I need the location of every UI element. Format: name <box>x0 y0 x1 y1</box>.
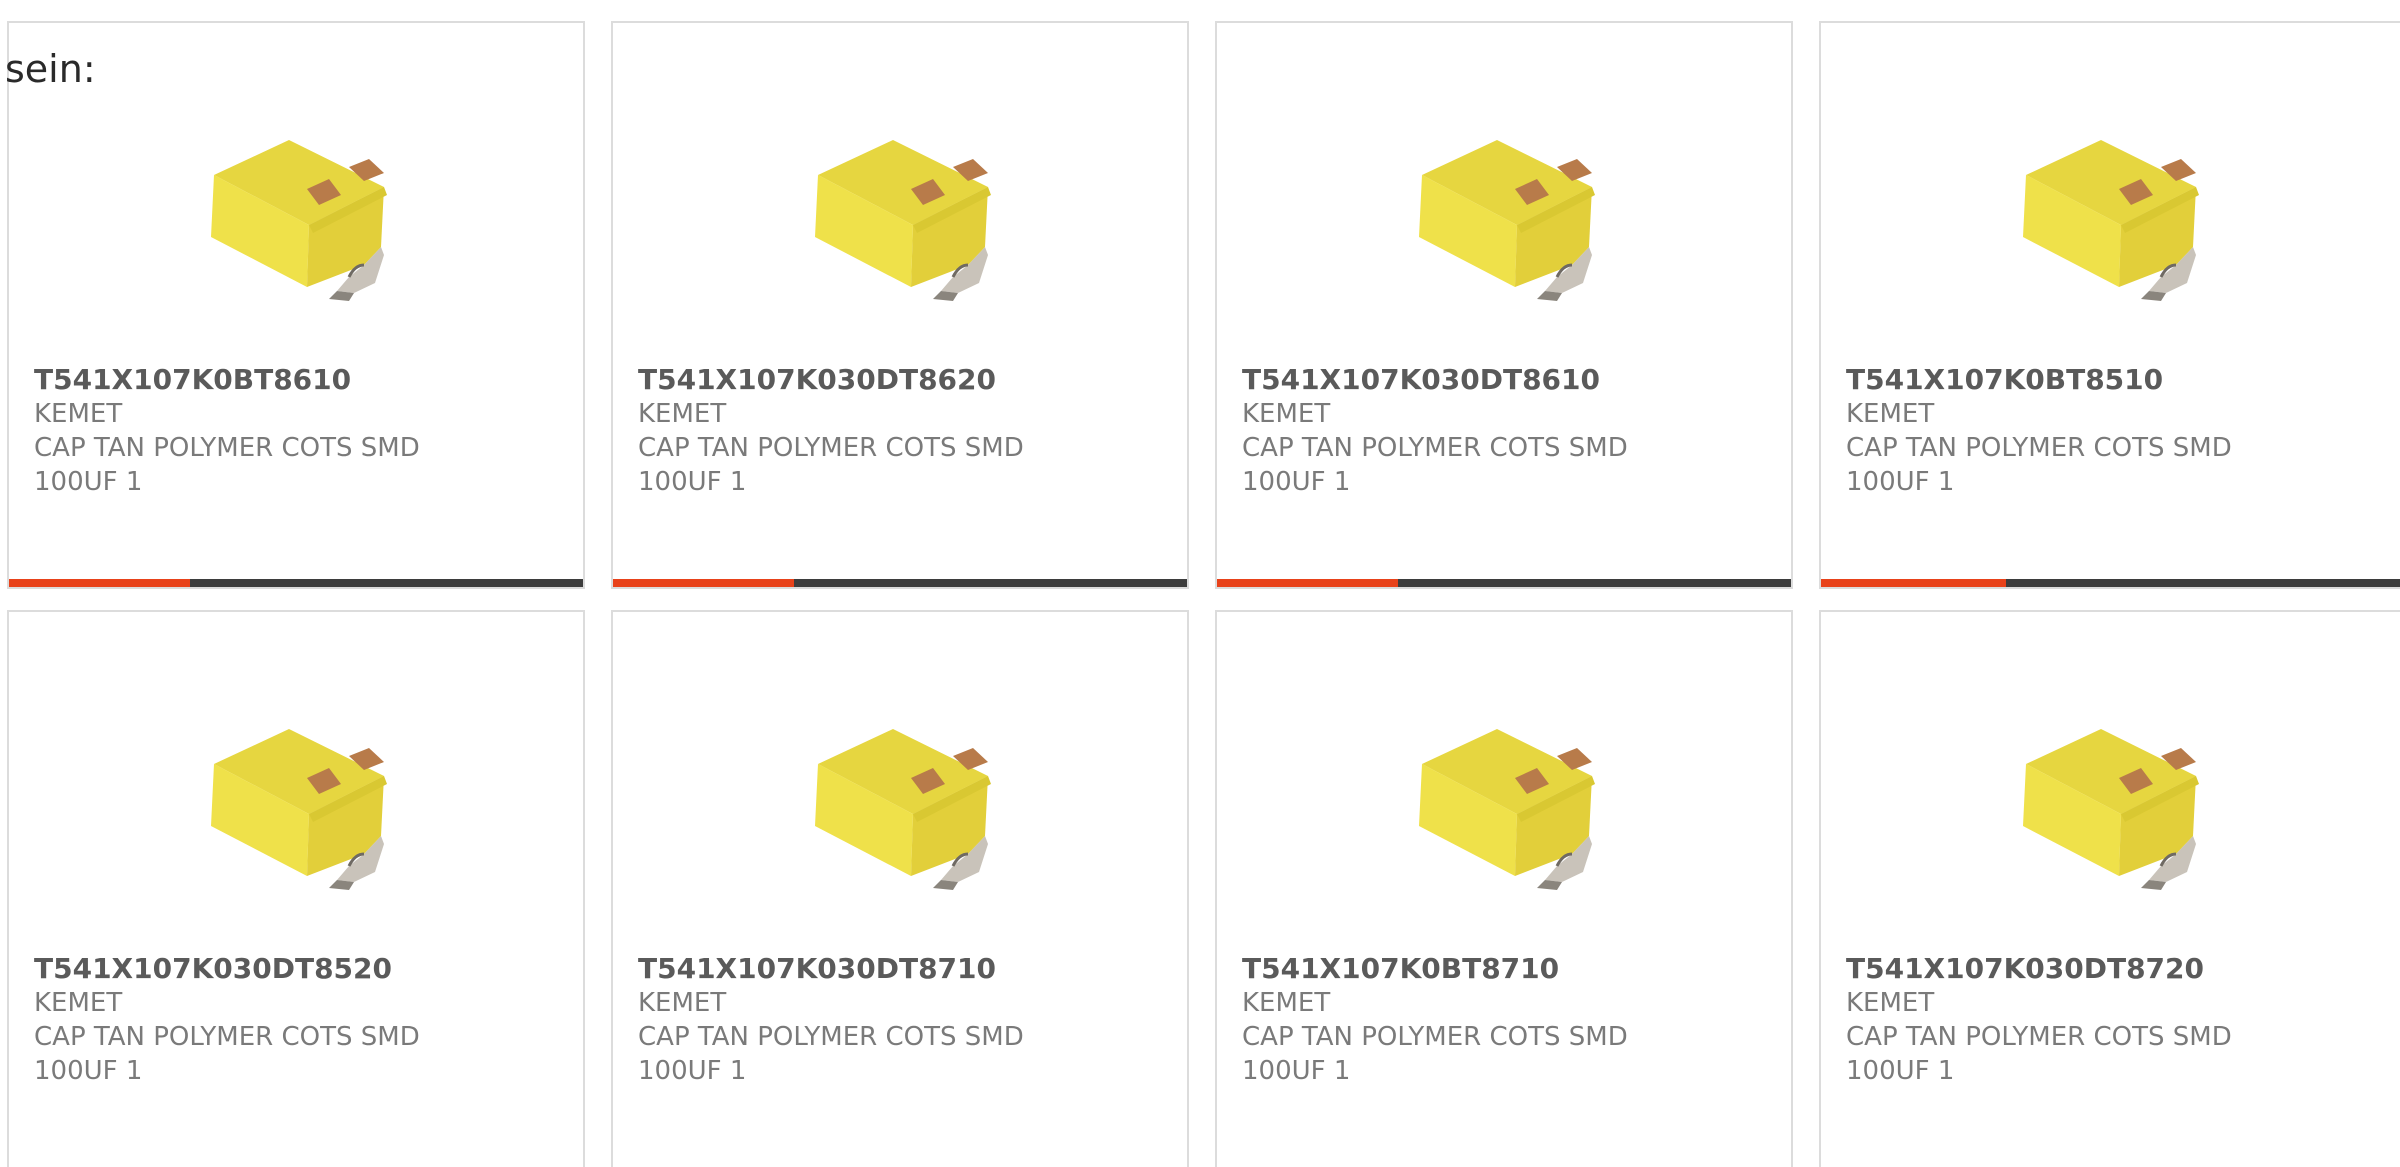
page: sein: T541X107K0BT8610 KEMET CAP TAN POL… <box>0 0 2400 1167</box>
tantalum-capacitor-icon <box>2021 727 2201 892</box>
description-value: 100UF 1 <box>34 1056 143 1086</box>
part-number[interactable]: T541X107K030DT8610 <box>1242 363 1771 397</box>
description-value: 100UF 1 <box>638 467 747 497</box>
product-card[interactable]: T541X107K0BT8610 KEMET CAP TAN POLYMER C… <box>7 21 585 589</box>
manufacturer: KEMET <box>638 399 727 429</box>
part-number[interactable]: T541X107K030DT8620 <box>638 363 1167 397</box>
product-card[interactable]: T541X107K030DT8620 KEMET CAP TAN POLYMER… <box>611 21 1189 589</box>
manufacturer: KEMET <box>1242 399 1331 429</box>
part-number[interactable]: T541X107K0BT8710 <box>1242 952 1771 986</box>
product-card[interactable]: T541X107K0BT8510 KEMET CAP TAN POLYMER C… <box>1819 21 2400 589</box>
product-info: T541X107K030DT8610 KEMET CAP TAN POLYMER… <box>1242 363 1771 499</box>
manufacturer: KEMET <box>638 988 727 1018</box>
manufacturer: KEMET <box>1846 399 1935 429</box>
description: CAP TAN POLYMER COTS SMD <box>638 433 1024 463</box>
tantalum-capacitor-icon <box>813 138 993 303</box>
card-progress-bar <box>1217 579 1791 587</box>
description-value: 100UF 1 <box>1242 467 1351 497</box>
product-card[interactable]: T541X107K030DT8710 KEMET CAP TAN POLYMER… <box>611 610 1189 1167</box>
description-value: 100UF 1 <box>1846 467 1955 497</box>
card-progress-fill <box>613 579 794 587</box>
product-info: T541X107K030DT8620 KEMET CAP TAN POLYMER… <box>638 363 1167 499</box>
description-value: 100UF 1 <box>34 467 143 497</box>
product-info: T541X107K030DT8520 KEMET CAP TAN POLYMER… <box>34 952 563 1088</box>
manufacturer: KEMET <box>34 399 123 429</box>
card-progress-bar <box>1821 579 2400 587</box>
card-progress-fill <box>1821 579 2006 587</box>
tantalum-capacitor-icon <box>2021 138 2201 303</box>
product-info: T541X107K030DT8720 KEMET CAP TAN POLYMER… <box>1846 952 2387 1088</box>
product-card[interactable]: T541X107K0BT8710 KEMET CAP TAN POLYMER C… <box>1215 610 1793 1167</box>
description-value: 100UF 1 <box>638 1056 747 1086</box>
part-number[interactable]: T541X107K030DT8710 <box>638 952 1167 986</box>
product-info: T541X107K0BT8610 KEMET CAP TAN POLYMER C… <box>34 363 563 499</box>
product-info: T541X107K030DT8710 KEMET CAP TAN POLYMER… <box>638 952 1167 1088</box>
manufacturer: KEMET <box>1242 988 1331 1018</box>
description: CAP TAN POLYMER COTS SMD <box>1846 1022 2232 1052</box>
description-value: 100UF 1 <box>1846 1056 1955 1086</box>
tantalum-capacitor-icon <box>1417 727 1597 892</box>
tantalum-capacitor-icon <box>813 727 993 892</box>
description: CAP TAN POLYMER COTS SMD <box>1242 1022 1628 1052</box>
part-number[interactable]: T541X107K030DT8520 <box>34 952 563 986</box>
part-number[interactable]: T541X107K0BT8610 <box>34 363 563 397</box>
lead-text: sein: <box>5 47 96 91</box>
product-info: T541X107K0BT8510 KEMET CAP TAN POLYMER C… <box>1846 363 2387 499</box>
product-card[interactable]: T541X107K030DT8520 KEMET CAP TAN POLYMER… <box>7 610 585 1167</box>
description: CAP TAN POLYMER COTS SMD <box>34 433 420 463</box>
part-number[interactable]: T541X107K0BT8510 <box>1846 363 2387 397</box>
description-value: 100UF 1 <box>1242 1056 1351 1086</box>
description: CAP TAN POLYMER COTS SMD <box>1242 433 1628 463</box>
tantalum-capacitor-icon <box>209 138 389 303</box>
tantalum-capacitor-icon <box>1417 138 1597 303</box>
description: CAP TAN POLYMER COTS SMD <box>1846 433 2232 463</box>
card-progress-fill <box>9 579 190 587</box>
manufacturer: KEMET <box>34 988 123 1018</box>
card-progress-bar <box>9 579 583 587</box>
part-number[interactable]: T541X107K030DT8720 <box>1846 952 2387 986</box>
card-progress-fill <box>1217 579 1398 587</box>
description: CAP TAN POLYMER COTS SMD <box>34 1022 420 1052</box>
tantalum-capacitor-icon <box>209 727 389 892</box>
product-card[interactable]: T541X107K030DT8610 KEMET CAP TAN POLYMER… <box>1215 21 1793 589</box>
product-info: T541X107K0BT8710 KEMET CAP TAN POLYMER C… <box>1242 952 1771 1088</box>
product-card[interactable]: T541X107K030DT8720 KEMET CAP TAN POLYMER… <box>1819 610 2400 1167</box>
manufacturer: KEMET <box>1846 988 1935 1018</box>
card-progress-bar <box>613 579 1187 587</box>
description: CAP TAN POLYMER COTS SMD <box>638 1022 1024 1052</box>
